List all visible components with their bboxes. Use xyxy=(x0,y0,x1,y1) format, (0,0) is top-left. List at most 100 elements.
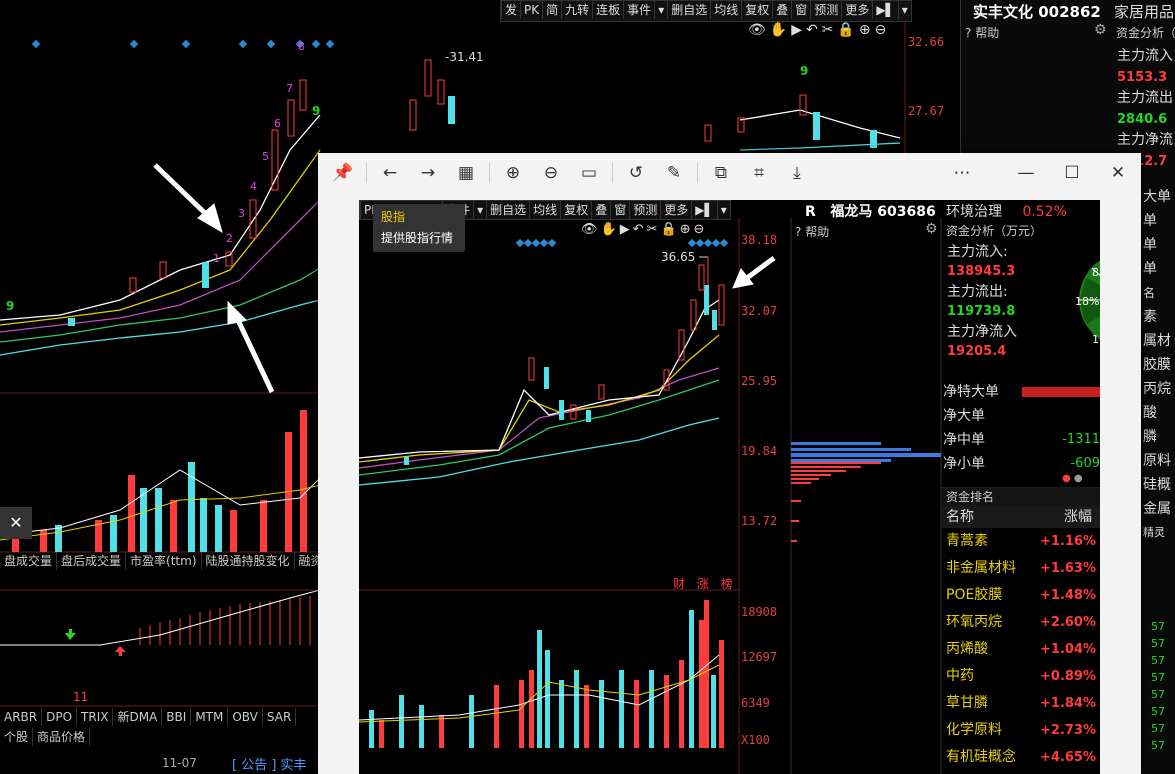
zoom-in-icon[interactable]: ⊕ xyxy=(498,158,528,188)
inner-toolbar-item[interactable]: 删自选 xyxy=(486,201,529,219)
bg-toolbar-item[interactable]: 删自选 xyxy=(667,1,710,19)
bg-toolbar-item[interactable]: 简 xyxy=(542,1,561,19)
bg-bottom-tab[interactable]: MTM xyxy=(191,708,229,726)
bg-panel-header: 资金分析（ xyxy=(1116,26,1175,40)
inner-toolbar-item[interactable]: ▾ xyxy=(716,201,730,219)
bg-gear-icon[interactable]: ⚙ xyxy=(1094,22,1107,38)
more-icon[interactable]: ⋯ xyxy=(947,158,977,188)
sector-name: 环境治理 xyxy=(946,204,1002,220)
rank-row[interactable]: 化学原料 +2.73% xyxy=(942,717,1100,744)
bg-bottom-tab[interactable]: ARBR xyxy=(0,708,43,726)
bg-right-item: 单 xyxy=(1143,237,1157,253)
bg-bottom-tab[interactable]: 商品价格 xyxy=(33,728,91,746)
rank-change: +2.73% xyxy=(1040,723,1096,738)
flow-value: 119739.8 xyxy=(947,304,1016,319)
inner-toolbar-item[interactable]: 窗 xyxy=(610,201,629,219)
bg-bottom-tab[interactable]: BBI xyxy=(162,708,192,726)
minimize-icon[interactable]: — xyxy=(1011,158,1041,188)
badge[interactable]: 涨 xyxy=(697,577,709,591)
bg-bottom-tabs-2: 个股 商品价格 xyxy=(0,728,91,746)
bg-toolbar-item[interactable]: 发 xyxy=(501,1,520,19)
bg-help[interactable]: ? 帮助 xyxy=(965,24,999,41)
badge[interactable]: 财 xyxy=(673,577,685,591)
save-icon[interactable]: ⤓ xyxy=(782,158,812,188)
bg-toolbar-item[interactable]: ▾ xyxy=(897,1,911,19)
bg-bottom-tab[interactable]: OBV xyxy=(228,708,263,726)
rank-row[interactable]: 青蒿素 +1.16% xyxy=(942,528,1100,555)
fit-icon[interactable]: ▭ xyxy=(574,158,604,188)
rank-name: 青蒿素 xyxy=(946,533,988,549)
bg-right-item: 酸 xyxy=(1143,405,1157,421)
rank-row[interactable]: 非金属材料 +1.63% xyxy=(942,555,1100,582)
rank-change: +2.60% xyxy=(1040,615,1096,630)
rank-row[interactable]: 有机硅概念 +4.65% xyxy=(942,744,1100,771)
ocr-icon[interactable]: ⌗ xyxy=(744,158,774,188)
bg-bottom-tab[interactable]: 个股 xyxy=(0,728,34,746)
bg-toolbar-item[interactable]: 九转 xyxy=(561,1,592,19)
back-icon[interactable]: ← xyxy=(375,158,405,188)
rank-row[interactable]: 草甘膦 +1.84% xyxy=(942,690,1100,717)
bg-chart-tools: 👁✋▶↶✂🔒⊕⊖ xyxy=(748,22,891,38)
forward-icon[interactable]: → xyxy=(413,158,443,188)
bg-right-item: 单 xyxy=(1143,213,1157,229)
inner-toolbar-item[interactable]: 复权 xyxy=(560,201,591,219)
edit-icon[interactable]: ✎ xyxy=(659,158,689,188)
badge[interactable]: 榜 xyxy=(721,577,733,591)
inner-toolbar-item[interactable]: 更多 xyxy=(660,201,691,219)
bg-bottom-tab[interactable]: SAR xyxy=(263,708,297,726)
bg-bottom-tab[interactable]: 新DMA xyxy=(113,708,163,726)
bg-notice[interactable]: [ 公告 ] 实丰 xyxy=(232,754,307,773)
bg-toolbar-item[interactable]: 预测 xyxy=(810,1,841,19)
bg-right-item: 素 xyxy=(1143,309,1157,325)
maximize-icon[interactable]: ☐ xyxy=(1057,158,1087,188)
zoom-out-icon[interactable]: ⊖ xyxy=(536,158,566,188)
grid-icon[interactable]: ▦ xyxy=(451,158,481,188)
bg-toolbar-item[interactable]: 复权 xyxy=(741,1,772,19)
volume-axis-label: X100 xyxy=(741,733,770,747)
inner-toolbar-item[interactable]: 预测 xyxy=(629,201,660,219)
bg-toolbar-item[interactable]: 叠 xyxy=(772,1,791,19)
bg-toolbar-item[interactable]: ▾ xyxy=(654,1,667,19)
bg-indicator-tab[interactable]: 陆股通持股变化 xyxy=(202,552,295,570)
bg-toolbar-item[interactable]: ▶▌ xyxy=(872,1,897,19)
bg-bottom-tab[interactable]: DPO xyxy=(42,708,78,726)
gear-icon[interactable]: ⚙ xyxy=(925,221,938,237)
bg-indicator-tab[interactable]: 盘后成交量 xyxy=(57,552,127,570)
inner-toolbar-item[interactable]: ▶▌ xyxy=(691,201,716,219)
bg-bottom-tab[interactable]: TRIX xyxy=(77,708,114,726)
divider xyxy=(697,163,698,183)
image-viewer-window: 📌 ← → ▦ ⊕ ⊖ ▭ ↺ ✎ ⧉ ⌗ ⤓ ⋯ — ☐ ✕ PK ▾ 删自选… xyxy=(318,153,1141,774)
bg-toolbar-item[interactable]: 连板 xyxy=(592,1,623,19)
rank-row[interactable]: 丙烯酸 +1.04% xyxy=(942,636,1100,663)
rank-row[interactable]: POE胶膜 +1.48% xyxy=(942,582,1100,609)
rank-row[interactable]: 环氧丙烷 +2.60% xyxy=(942,609,1100,636)
bg-indicator-tab[interactable]: 市盈率(ttm) xyxy=(126,552,202,570)
bg-toolbar-item[interactable]: 均线 xyxy=(710,1,741,19)
bg-toolbar-item[interactable]: 更多 xyxy=(841,1,872,19)
flow-label: 主力流入: xyxy=(947,244,1008,260)
bg-toolbar-item[interactable]: 事件 xyxy=(623,1,654,19)
inner-toolbar-item[interactable]: 叠 xyxy=(591,201,610,219)
pin-icon[interactable]: 📌 xyxy=(328,158,358,188)
rotate-icon[interactable]: ↺ xyxy=(621,158,651,188)
inner-help[interactable]: ? 帮助 xyxy=(795,223,829,240)
rank-col: 名称 xyxy=(946,509,974,525)
tooltip-title: 股指 xyxy=(381,210,406,224)
bg-indicator-tab[interactable]: 盘成交量 xyxy=(0,552,58,570)
bg-time: 57 xyxy=(1151,671,1165,684)
rank-name: 有机硅概念 xyxy=(946,749,1016,765)
crop-icon[interactable]: ⧉ xyxy=(706,158,736,188)
flow-value: 138945.3 xyxy=(947,264,1016,279)
rank-row[interactable]: 中药 +0.89% xyxy=(942,663,1100,690)
bg-seq-number: 1 xyxy=(213,252,220,265)
close-icon[interactable]: ✕ xyxy=(1103,158,1133,188)
bg-peak-label: -31.41 xyxy=(445,50,484,64)
inner-toolbar-item[interactable]: 均线 xyxy=(529,201,560,219)
pie-label: 18% xyxy=(1075,295,1100,308)
divider xyxy=(366,163,367,183)
bg-toolbar-item[interactable]: PK xyxy=(520,1,542,19)
bg-close-button[interactable]: ✕ xyxy=(0,507,32,539)
bg-toolbar-item[interactable]: 窗 xyxy=(791,1,810,19)
pager-dots[interactable]: ● ● xyxy=(1062,473,1083,484)
inner-toolbar-item[interactable]: ▾ xyxy=(473,201,486,219)
